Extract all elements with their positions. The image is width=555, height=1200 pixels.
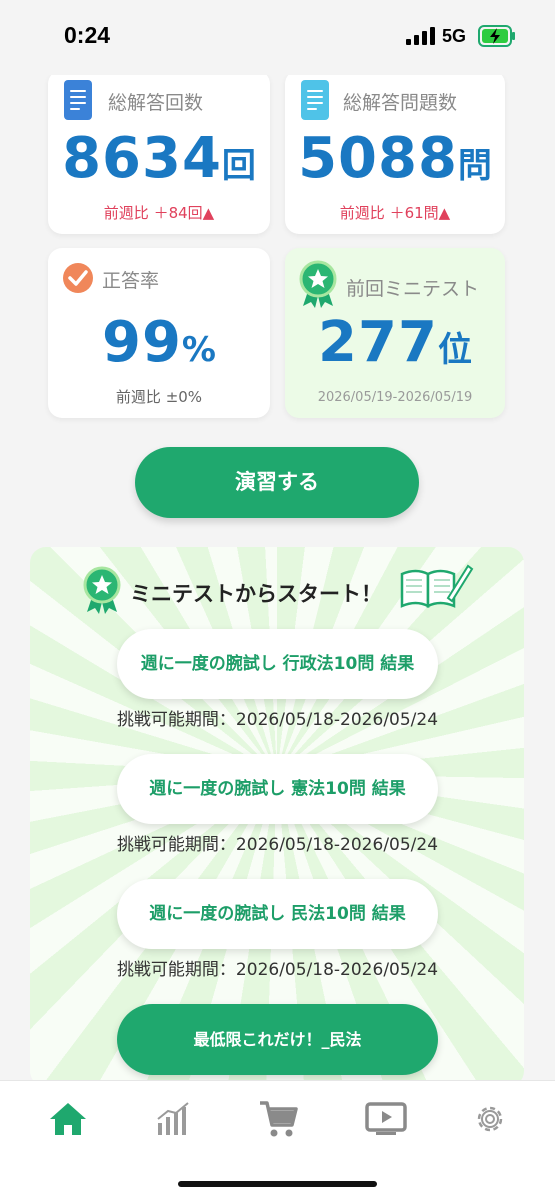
stat-card-last-minitest[interactable]: 前回ミニテスト 277位 2026/05/19-2026/05/19 xyxy=(285,248,505,418)
home-indicator xyxy=(178,1181,377,1187)
card-label: 総解答回数 xyxy=(108,92,204,114)
minitest-title: ミニテストからスタート！ xyxy=(130,582,382,606)
card-value: 5088問 xyxy=(285,126,505,191)
battery-icon xyxy=(478,25,515,47)
status-bar: 0:24 5G xyxy=(0,0,555,75)
chart-icon xyxy=(157,1102,189,1135)
test-period: 2026/05/19-2026/05/19 xyxy=(317,390,473,405)
weekly-change: 前週比 ＋84回▲ xyxy=(48,202,270,223)
arrow-up-icon: ▲ xyxy=(202,204,215,222)
tab-settings[interactable] xyxy=(468,1097,512,1141)
challenge-period: 挑戦可能期間：2026/05/18-2026/05/24 xyxy=(116,710,439,730)
value-number: 99 xyxy=(101,310,182,375)
tab-stats[interactable] xyxy=(152,1097,196,1141)
practice-button[interactable]: 演習する xyxy=(135,447,419,518)
value-unit: 問 xyxy=(457,146,492,186)
home-icon xyxy=(50,1103,86,1135)
minitest-button-administrative-law[interactable]: 週に一度の腕試し 行政法10問 結果 xyxy=(117,629,438,699)
value-unit: % xyxy=(181,330,216,370)
value-number: 8634 xyxy=(62,126,222,191)
cart-icon xyxy=(260,1101,298,1137)
change-text: 前週比 ＋84回 xyxy=(103,204,203,222)
check-icon xyxy=(63,263,93,293)
card-label: 前回ミニテスト xyxy=(346,278,480,300)
tab-home[interactable] xyxy=(46,1097,90,1141)
award-medal-icon xyxy=(83,566,121,614)
stat-card-accuracy: 正答率 99% 前週比 ±0% xyxy=(48,248,270,418)
challenge-period: 挑戦可能期間：2026/05/18-2026/05/24 xyxy=(116,960,439,980)
minimum-civil-law-button[interactable]: 最低限これだけ！_民法 xyxy=(117,1004,438,1075)
value-unit: 回 xyxy=(221,146,256,186)
change-text: 前週比 ＋61問 xyxy=(339,204,439,222)
network-label: 5G xyxy=(442,26,467,46)
weekly-change: 前週比 ±0% xyxy=(48,386,270,407)
tab-shop[interactable] xyxy=(257,1097,301,1141)
minitest-button-constitution[interactable]: 週に一度の腕試し 憲法10問 結果 xyxy=(117,754,438,824)
card-value: 277位 xyxy=(285,310,505,375)
book-pencil-icon xyxy=(400,564,474,609)
document-icon xyxy=(64,80,92,120)
award-medal-icon xyxy=(299,260,337,308)
card-value: 8634回 xyxy=(48,126,270,191)
minitest-button-civil-law[interactable]: 週に一度の腕試し 民法10問 結果 xyxy=(117,879,438,949)
status-time: 0:24 xyxy=(64,22,111,48)
card-label: 正答率 xyxy=(102,270,160,292)
stat-card-total-questions: 総解答問題数 5088問 前週比 ＋61問▲ xyxy=(285,70,505,234)
card-label: 総解答問題数 xyxy=(343,92,458,114)
video-icon xyxy=(365,1102,407,1135)
signal-icon xyxy=(406,27,435,45)
stat-card-total-answers: 総解答回数 8634回 前週比 ＋84回▲ xyxy=(48,70,270,234)
document-icon xyxy=(301,80,329,120)
card-value: 99% xyxy=(48,310,270,375)
arrow-up-icon: ▲ xyxy=(438,204,451,222)
tab-video[interactable] xyxy=(364,1097,408,1141)
value-number: 5088 xyxy=(298,126,458,191)
value-unit: 位 xyxy=(437,330,472,370)
value-number: 277 xyxy=(318,310,438,375)
change-text: 前週比 ±0% xyxy=(115,388,203,406)
settings-icon xyxy=(477,1106,503,1132)
challenge-period: 挑戦可能期間：2026/05/18-2026/05/24 xyxy=(116,835,439,855)
weekly-change: 前週比 ＋61問▲ xyxy=(285,202,505,223)
